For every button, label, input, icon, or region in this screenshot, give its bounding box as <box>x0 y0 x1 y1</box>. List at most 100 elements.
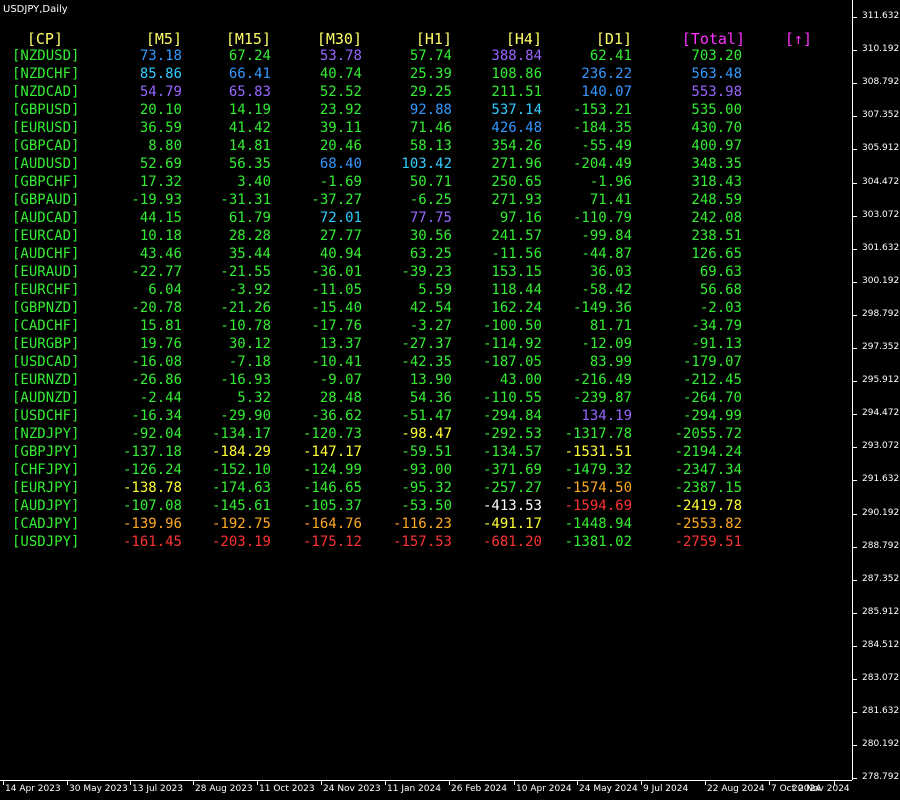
price-tick <box>853 149 857 151</box>
time-tick <box>257 781 258 785</box>
price-tick <box>853 447 857 449</box>
tf-value: -124.99 <box>302 462 362 478</box>
price-label: 294.472 <box>862 408 900 419</box>
tf-value: -12.09 <box>581 336 632 352</box>
chart-area[interactable]: USDJPY,Daily [CP] [M5] [M15] [M30] [H1] [H4] [… <box>0 0 852 780</box>
tf-value: 250.65 <box>491 174 542 190</box>
price-tick <box>853 50 857 52</box>
chart-title: USDJPY,Daily <box>3 4 68 15</box>
price-tick <box>853 579 857 581</box>
header-tf-2: [M15] <box>225 30 271 48</box>
tf-value: 43.00 <box>499 372 542 388</box>
price-label: 291.632 <box>862 474 900 485</box>
total-value: 238.51 <box>691 228 742 244</box>
tf-value: 65.83 <box>228 84 271 100</box>
time-label: 22 Aug 2024 <box>707 784 765 794</box>
tf-value: -203.19 <box>211 534 271 550</box>
tf-value: 50.71 <box>409 174 452 190</box>
pair-label: [EURNZD] <box>12 372 80 388</box>
tf-value: 54.36 <box>409 390 452 406</box>
tf-value: -27.37 <box>401 336 452 352</box>
time-label: 24 Nov 2023 <box>323 784 381 794</box>
time-label: 26 Feb 2024 <box>451 784 508 794</box>
tf-value: 68.40 <box>319 156 362 172</box>
total-value: -2194.24 <box>674 444 742 460</box>
tf-value: 54.79 <box>139 84 182 100</box>
tf-value: -22.77 <box>131 264 182 280</box>
price-label: 290.192 <box>862 507 900 518</box>
time-axis[interactable]: 14 Apr 2023 30 May 2023 13 Jul 2023 28 Aug … <box>0 780 852 800</box>
tf-value: -20.78 <box>131 300 182 316</box>
tf-value: 140.07 <box>581 84 632 100</box>
price-tick <box>853 314 857 316</box>
tf-value: -19.93 <box>131 192 182 208</box>
tf-value: -95.32 <box>401 480 452 496</box>
header-tf-4: [H1] <box>415 30 452 48</box>
tf-value: -239.87 <box>572 390 632 406</box>
tf-value: -21.26 <box>220 300 271 316</box>
total-value: 248.59 <box>691 192 742 208</box>
tf-value: 211.51 <box>491 84 542 100</box>
tf-value: 17.32 <box>139 174 182 190</box>
tf-value: -51.47 <box>401 408 452 424</box>
tf-value: 92.88 <box>409 102 452 118</box>
tf-value: -120.73 <box>302 426 362 442</box>
time-tick <box>3 781 4 785</box>
price-label: 287.352 <box>862 573 900 584</box>
header-cp: [CP] <box>26 30 63 48</box>
tf-value: -11.05 <box>311 282 362 298</box>
time-label: 13 Jul 2023 <box>132 784 183 794</box>
tf-value: -3.27 <box>409 318 452 334</box>
pair-label: [EURUSD] <box>12 120 80 136</box>
total-value: -2055.72 <box>674 426 742 442</box>
tf-value: 53.78 <box>319 48 362 64</box>
price-axis[interactable]: 311.632 310.192 308.792 307.352 305.912 304.4… <box>852 0 900 782</box>
tf-value: 14.81 <box>228 138 271 154</box>
tf-value: 43.46 <box>139 246 182 262</box>
pair-label: [AUDCHF] <box>12 246 80 262</box>
price-tick <box>853 381 857 383</box>
tf-value: 72.01 <box>319 210 362 226</box>
total-value: 535.00 <box>691 102 742 118</box>
tf-value: -134.17 <box>211 426 271 442</box>
time-tick <box>321 781 322 785</box>
pair-label: [GBPJPY] <box>12 444 80 460</box>
pair-label: [EURAUD] <box>12 264 80 280</box>
header-tf-6: [D1] <box>595 30 632 48</box>
tf-value: -681.20 <box>482 534 542 550</box>
tf-value: -16.08 <box>131 354 182 370</box>
price-label: 298.792 <box>862 308 900 319</box>
tf-value: 271.96 <box>491 156 542 172</box>
tf-value: 62.41 <box>589 48 632 64</box>
header-sort: [↑] <box>784 30 812 48</box>
pair-label: [NZDCHF] <box>12 66 80 82</box>
tf-value: -139.96 <box>122 516 182 532</box>
time-label: 30 May 2023 <box>69 784 128 794</box>
price-tick <box>853 546 857 548</box>
tf-value: 5.32 <box>237 390 271 406</box>
tf-value: -110.79 <box>572 210 632 226</box>
total-value: 242.08 <box>691 210 742 226</box>
price-label: 285.912 <box>862 606 900 617</box>
pair-label: [EURCHF] <box>12 282 80 298</box>
tf-value: 5.59 <box>418 282 452 298</box>
tf-value: -294.84 <box>482 408 542 424</box>
price-label: 303.072 <box>862 209 900 220</box>
pair-label: [EURJPY] <box>12 480 80 496</box>
pair-label: [CADJPY] <box>12 516 80 532</box>
price-label: 288.792 <box>862 540 900 551</box>
price-label: 307.352 <box>862 110 900 121</box>
price-tick <box>853 612 857 614</box>
tf-value: 13.37 <box>319 336 362 352</box>
tf-value: -29.90 <box>220 408 271 424</box>
total-value: -212.45 <box>682 372 742 388</box>
pair-label: [GBPUSD] <box>12 102 80 118</box>
total-value: -2419.78 <box>674 498 742 514</box>
tf-value: 537.14 <box>491 102 542 118</box>
pair-label: [AUDNZD] <box>12 390 80 406</box>
time-tick <box>449 781 450 785</box>
time-tick <box>130 781 131 785</box>
price-tick <box>853 712 857 714</box>
tf-value: -58.42 <box>581 282 632 298</box>
tf-value: -1.69 <box>319 174 362 190</box>
